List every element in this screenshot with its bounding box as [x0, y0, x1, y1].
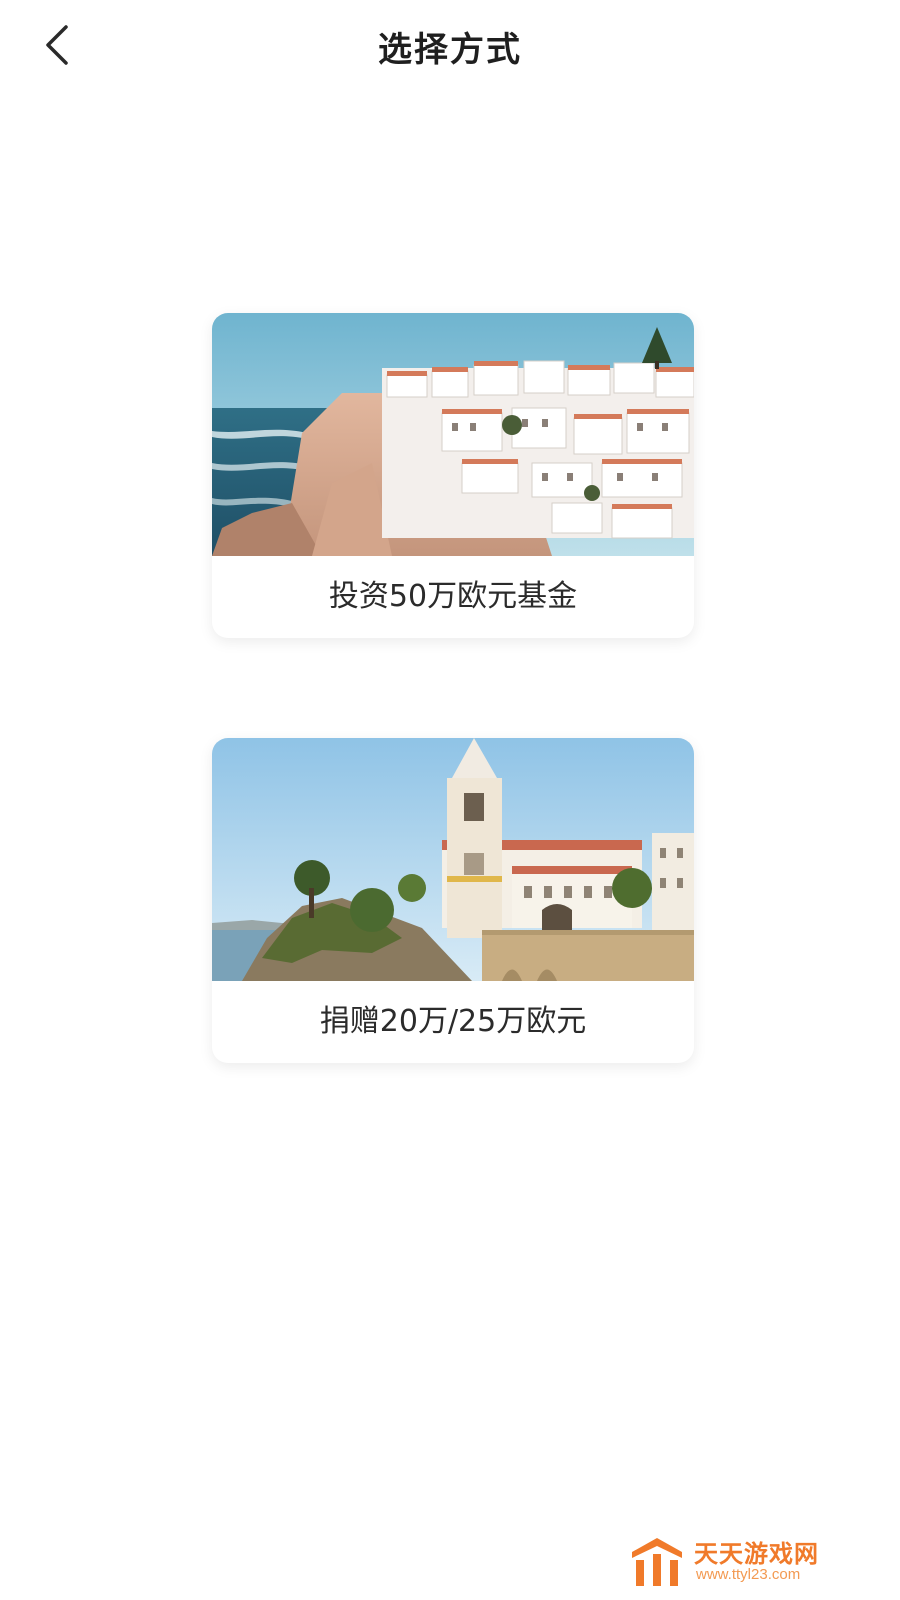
page-title: 选择方式 — [378, 30, 522, 70]
option-label: 投资50万欧元基金 — [328, 579, 578, 614]
option-label: 捐赠20万/25万欧元 — [319, 1004, 587, 1039]
site-watermark: 天天游戏网 www.ttyl23.com — [628, 1532, 858, 1592]
header-bar: 选择方式 — [0, 0, 900, 95]
watermark-url: www.ttyl23.com — [696, 1566, 801, 1583]
option-card-donation[interactable]: 捐赠20万/25万欧元 — [212, 738, 694, 1063]
coastal-cliff-town-photo — [212, 313, 694, 556]
church-on-cliff-photo — [212, 738, 694, 981]
watermark-brand: 天天游戏网 — [694, 1540, 819, 1568]
option-card-fund-investment[interactable]: 投资50万欧元基金 — [212, 313, 694, 638]
watermark-logo-icon — [632, 1538, 682, 1586]
